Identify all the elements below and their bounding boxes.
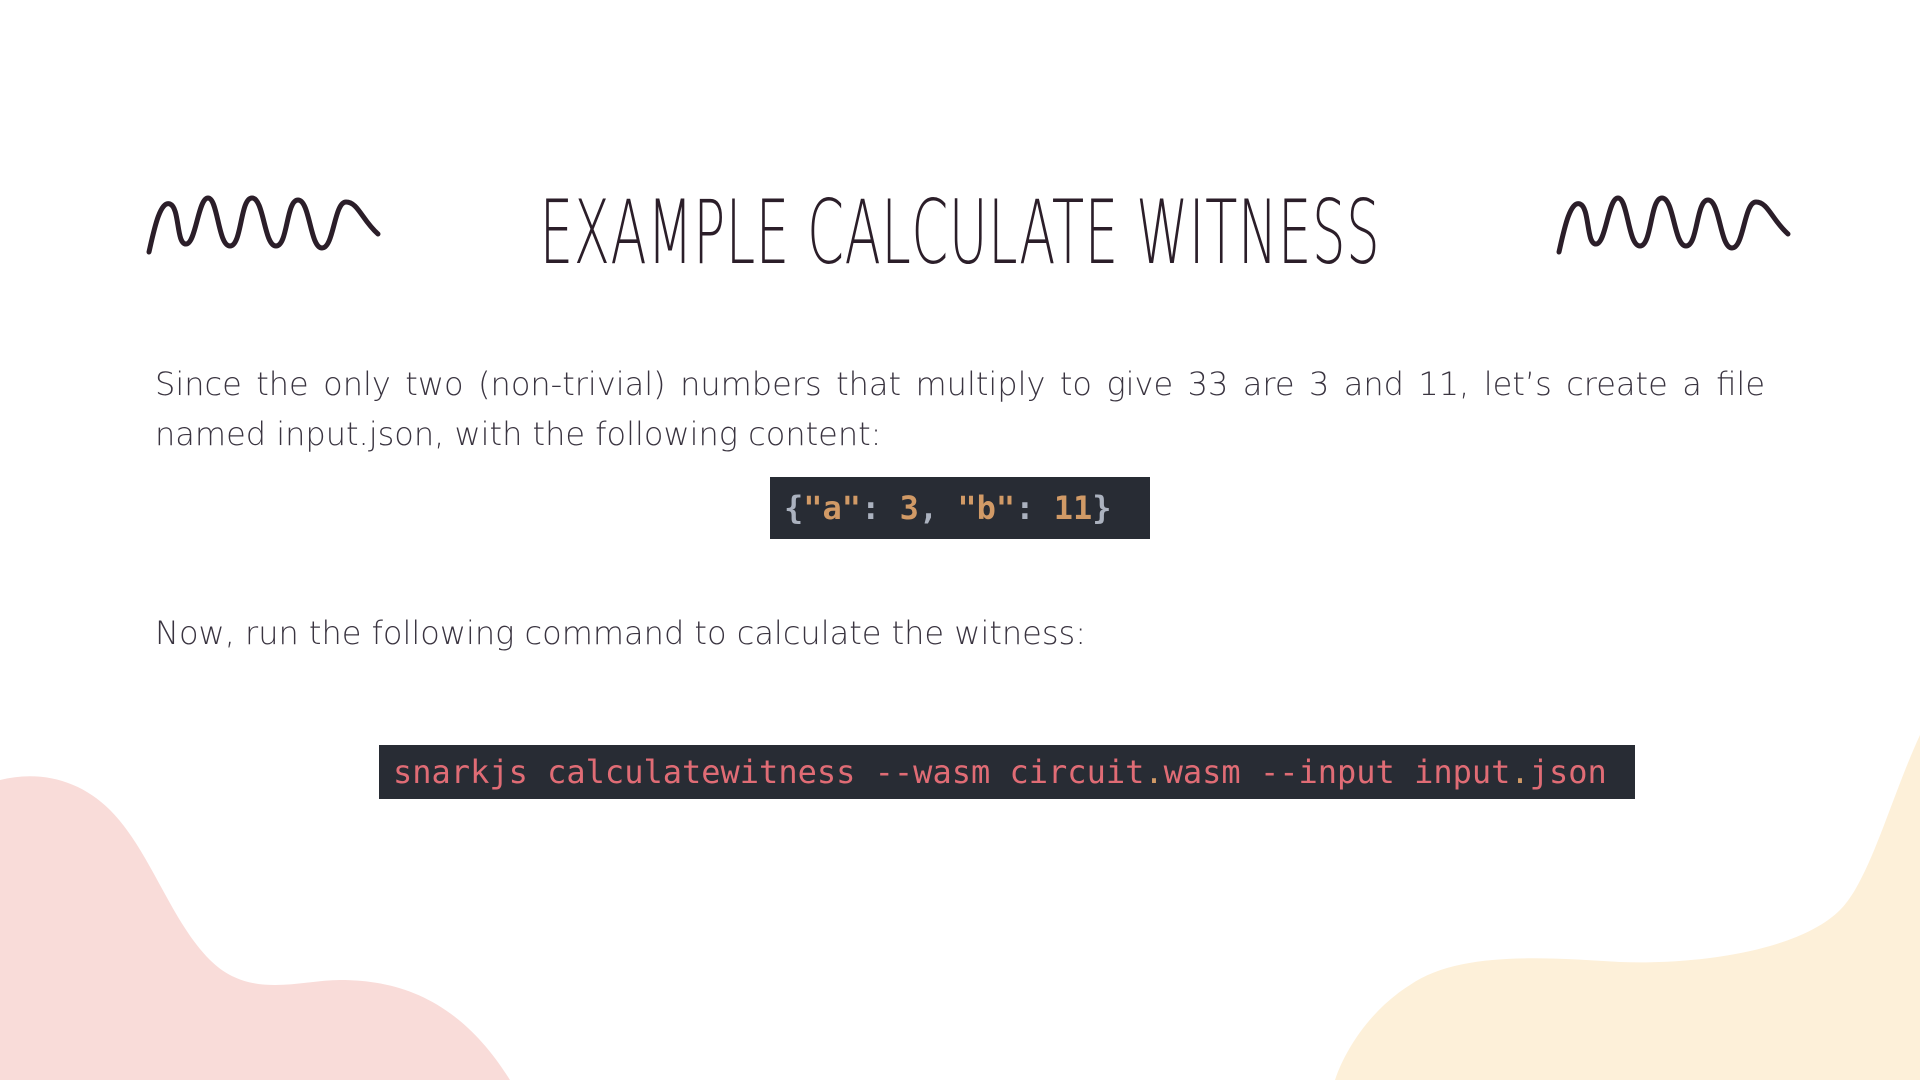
json-open-brace: { xyxy=(784,489,804,527)
intro-paragraph: Since the only two (non-trivial) numbers… xyxy=(155,365,1765,453)
json-code-block: {"a": 3, "b": 11} xyxy=(770,477,1150,539)
json-value-b: 11 xyxy=(1053,489,1093,527)
command-part: json xyxy=(1529,753,1607,791)
command-part: snarkjs calculatewitness --wasm circuit xyxy=(393,753,1145,791)
command-dot: . xyxy=(1510,753,1530,791)
command-code-block: snarkjs calculatewitness --wasm circuit.… xyxy=(379,745,1635,799)
json-key-a: "a" xyxy=(803,489,862,527)
command-intro-paragraph: Now, run the following command to calcul… xyxy=(155,614,1086,652)
pink-blob xyxy=(0,776,510,1080)
slide-title: EXAMPLE CALCULATE WITNESS xyxy=(539,181,1381,284)
json-colon: : xyxy=(861,489,900,527)
background-blobs xyxy=(0,735,1920,1080)
json-close-brace: } xyxy=(1092,489,1112,527)
squiggle-icon xyxy=(146,195,381,255)
squiggle-icon xyxy=(1556,195,1791,255)
json-colon: : xyxy=(1015,489,1054,527)
command-dot: . xyxy=(1144,753,1164,791)
json-comma: , xyxy=(918,489,958,527)
json-key-b: "b" xyxy=(957,489,1016,527)
command-part: wasm --input input xyxy=(1163,753,1511,791)
json-value-a: 3 xyxy=(899,489,919,527)
